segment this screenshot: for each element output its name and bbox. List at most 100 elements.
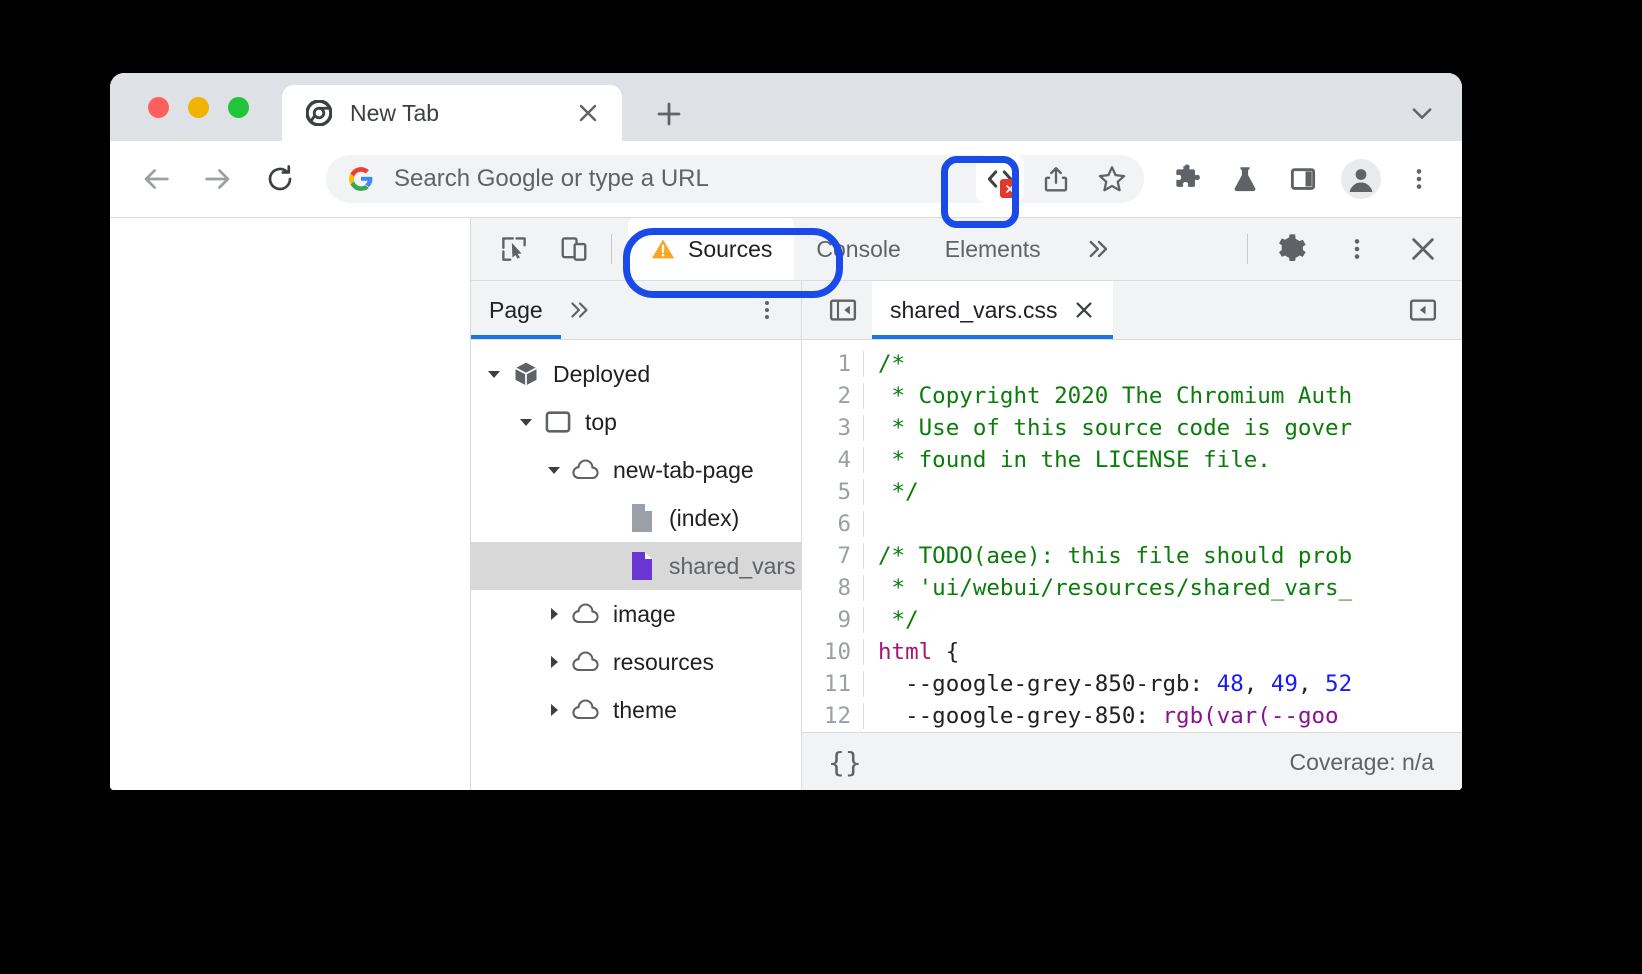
tree-item-index[interactable]: (index) <box>471 494 801 542</box>
line-number: 2 <box>802 383 864 409</box>
line-number: 9 <box>802 607 864 633</box>
bookmark-star-icon[interactable] <box>1088 155 1136 203</box>
tab-elements-label: Elements <box>945 236 1041 263</box>
forward-arrow-icon[interactable] <box>196 157 240 201</box>
navigator-tab-page[interactable]: Page <box>471 281 561 339</box>
devtools-icon[interactable] <box>976 155 1024 203</box>
triangle-collapsed-icon[interactable] <box>541 649 567 675</box>
chrome-menu-kebab-icon[interactable] <box>1398 158 1440 200</box>
line-text: * Use of this source code is gover <box>864 415 1352 441</box>
frame-icon <box>543 406 573 438</box>
back-arrow-icon[interactable] <box>134 157 178 201</box>
window-traffic-lights <box>148 97 249 118</box>
reload-icon[interactable] <box>258 157 302 201</box>
line-number: 7 <box>802 543 864 569</box>
page-viewport <box>110 218 471 790</box>
cloud-icon <box>571 694 601 726</box>
code-line: 2 * Copyright 2020 The Chromium Auth <box>802 380 1462 412</box>
profile-avatar-icon[interactable] <box>1340 158 1382 200</box>
side-panel-icon[interactable] <box>1282 158 1324 200</box>
tab-close-icon[interactable] <box>574 99 602 127</box>
extensions-puzzle-icon[interactable] <box>1166 158 1208 200</box>
line-text: /* TODO(aee): this file should prob <box>864 543 1352 569</box>
tree-item-resources[interactable]: resources <box>471 638 801 686</box>
chrome-logo-icon <box>306 100 332 126</box>
tab-elements[interactable]: Elements <box>923 218 1063 280</box>
window-maximize-button[interactable] <box>228 97 249 118</box>
tree-item-label: new-tab-page <box>613 457 754 484</box>
tree-item-top[interactable]: top <box>471 398 801 446</box>
code-line: 4 * found in the LICENSE file. <box>802 444 1462 476</box>
tree-item-shared-vars[interactable]: shared_vars <box>471 542 801 590</box>
line-number: 8 <box>802 575 864 601</box>
navigator-kebab-icon[interactable] <box>749 292 785 328</box>
code-line: 9 */ <box>802 604 1462 636</box>
code-line: 11 --google-grey-850-rgb: 48, 49, 52 <box>802 668 1462 700</box>
line-number: 10 <box>802 639 864 665</box>
devtools-kebab-icon[interactable] <box>1336 228 1378 270</box>
tree-item-new-tab-page[interactable]: new-tab-page <box>471 446 801 494</box>
triangle-collapsed-icon[interactable] <box>541 697 567 723</box>
tab-sources[interactable]: Sources <box>628 218 794 280</box>
toolbar-divider-2 <box>1247 234 1248 264</box>
tree-item-label: (index) <box>669 505 739 532</box>
tab-console[interactable]: Console <box>794 218 922 280</box>
navigator-pane: Page <box>471 281 802 790</box>
navigator-tab-page-label: Page <box>489 297 543 324</box>
tree-item-label: resources <box>613 649 714 676</box>
warning-triangle-icon <box>650 236 676 262</box>
format-code-button[interactable]: {} <box>828 746 862 779</box>
experiments-flask-icon[interactable] <box>1224 158 1266 200</box>
tab-title: New Tab <box>350 100 574 127</box>
triangle-expanded-icon[interactable] <box>513 409 539 435</box>
tree-item-label: shared_vars <box>669 553 796 580</box>
close-icon[interactable] <box>1073 299 1095 321</box>
share-icon[interactable] <box>1032 155 1080 203</box>
tree-item-image[interactable]: image <box>471 590 801 638</box>
inspect-element-icon[interactable] <box>493 228 535 270</box>
window-close-button[interactable] <box>148 97 169 118</box>
triangle-collapsed-icon[interactable] <box>541 601 567 627</box>
line-number: 5 <box>802 479 864 505</box>
code-editor[interactable]: 1/* 2 * Copyright 2020 The Chromium Auth… <box>802 340 1462 732</box>
line-number: 4 <box>802 447 864 473</box>
new-tab-button[interactable] <box>650 95 688 133</box>
window-minimize-button[interactable] <box>188 97 209 118</box>
code-line: 12 --google-grey-850: rgb(var(--goo <box>802 700 1462 732</box>
close-devtools-icon[interactable] <box>1402 228 1444 270</box>
cloud-icon <box>571 646 601 678</box>
chevron-double-right-icon[interactable] <box>1077 227 1121 271</box>
code-line: 5 */ <box>802 476 1462 508</box>
code-line: 8 * 'ui/webui/resources/shared_vars_ <box>802 572 1462 604</box>
chevron-down-icon[interactable] <box>1404 95 1440 131</box>
line-text: --google-grey-850-rgb: 48, 49, 52 <box>864 671 1352 697</box>
line-text: * Copyright 2020 The Chromium Auth <box>864 383 1352 409</box>
devtools-panel: Sources Console Elements <box>471 218 1462 790</box>
document-icon <box>627 502 657 534</box>
browser-toolbar: Search Google or type a URL <box>110 141 1462 218</box>
chevron-double-right-icon[interactable] <box>561 291 599 329</box>
collapse-sidebar-icon[interactable] <box>1404 291 1442 329</box>
device-toolbar-icon[interactable] <box>553 228 595 270</box>
triangle-expanded-icon[interactable] <box>481 361 507 387</box>
editor-file-tab[interactable]: shared_vars.css <box>872 281 1113 339</box>
line-number: 11 <box>802 671 864 697</box>
code-line: 10html { <box>802 636 1462 668</box>
line-text: /* <box>864 351 905 377</box>
settings-gear-icon[interactable] <box>1270 228 1312 270</box>
toolbar-right-icons <box>1166 158 1440 200</box>
editor-file-tab-label: shared_vars.css <box>890 297 1057 324</box>
tree-item-label: theme <box>613 697 677 724</box>
omnibox-actions <box>976 155 1136 203</box>
line-number: 12 <box>802 703 864 729</box>
tree-item-label: Deployed <box>553 361 650 388</box>
code-line: 3 * Use of this source code is gover <box>802 412 1462 444</box>
omnibox[interactable]: Search Google or type a URL <box>326 155 1144 203</box>
tree-item-deployed[interactable]: Deployed <box>471 350 801 398</box>
code-line: 1/* <box>802 348 1462 380</box>
browser-tab[interactable]: New Tab <box>282 85 622 141</box>
tree-item-theme[interactable]: theme <box>471 686 801 734</box>
editor-pane: shared_vars.css <box>802 281 1462 790</box>
show-navigator-icon[interactable] <box>824 291 862 329</box>
triangle-expanded-icon[interactable] <box>541 457 567 483</box>
